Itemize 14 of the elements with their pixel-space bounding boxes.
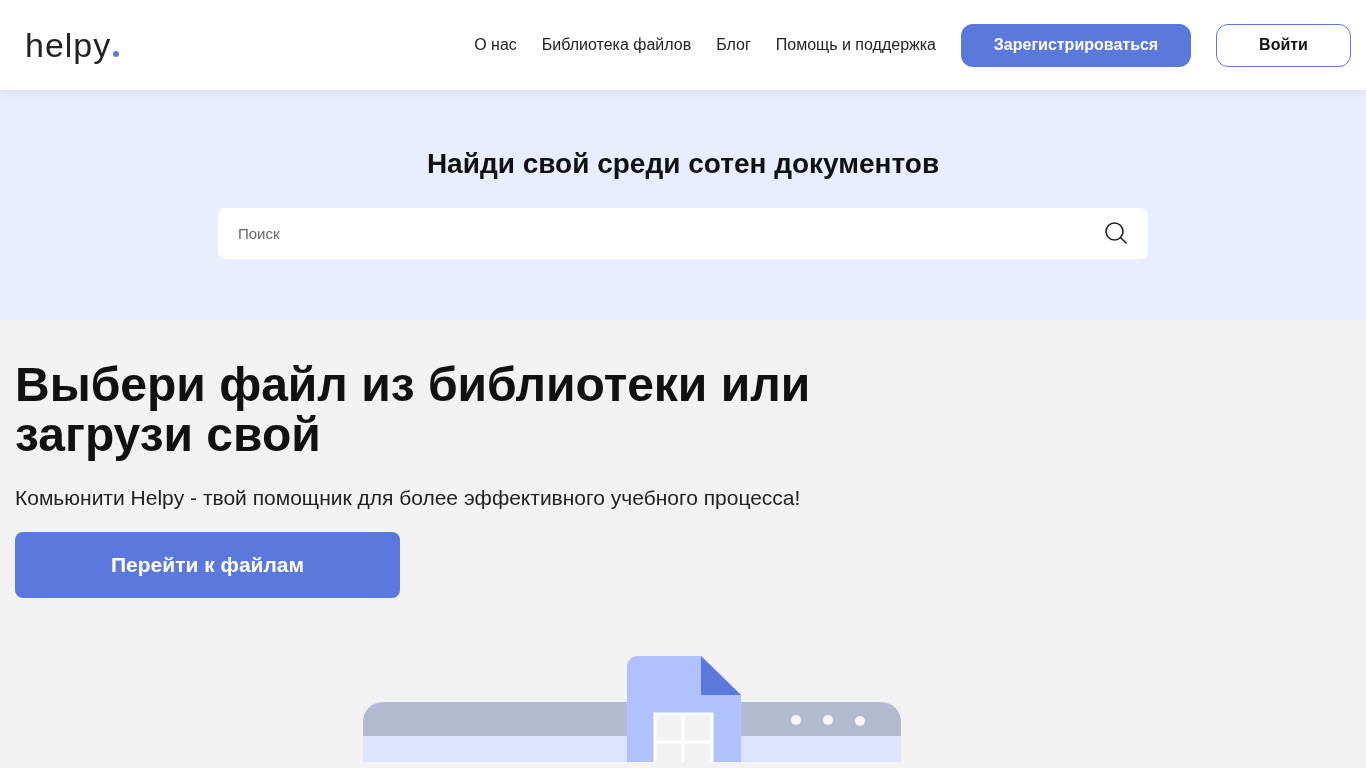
search-field[interactable]: Поиск xyxy=(218,208,1148,259)
nav-link[interactable]: Библиотека файлов xyxy=(541,36,692,54)
register-button[interactable]: Зарегистрироваться xyxy=(961,23,1191,67)
login-button[interactable]: Войти xyxy=(1216,23,1351,67)
nav-link[interactable]: О нас xyxy=(474,36,517,54)
helpy-logo[interactable]: helpy xyxy=(25,25,120,65)
logo-dot-icon xyxy=(113,50,120,57)
nav-link[interactable]: Блог xyxy=(716,36,751,54)
hero-subtitle: Комьюнити Helpy - твой помощник для более эффективного учебного процесса! xyxy=(15,486,802,510)
search-icon[interactable] xyxy=(1104,221,1128,245)
search-banner-title: Найди свой среди сотен документов xyxy=(426,148,940,180)
hero-title: Выбери файл из библиотеки или загрузи свой xyxy=(15,360,812,460)
go-to-files-button[interactable]: Перейти к файлам xyxy=(15,532,400,598)
nav-link[interactable]: Помощь и поддержка xyxy=(775,36,936,54)
